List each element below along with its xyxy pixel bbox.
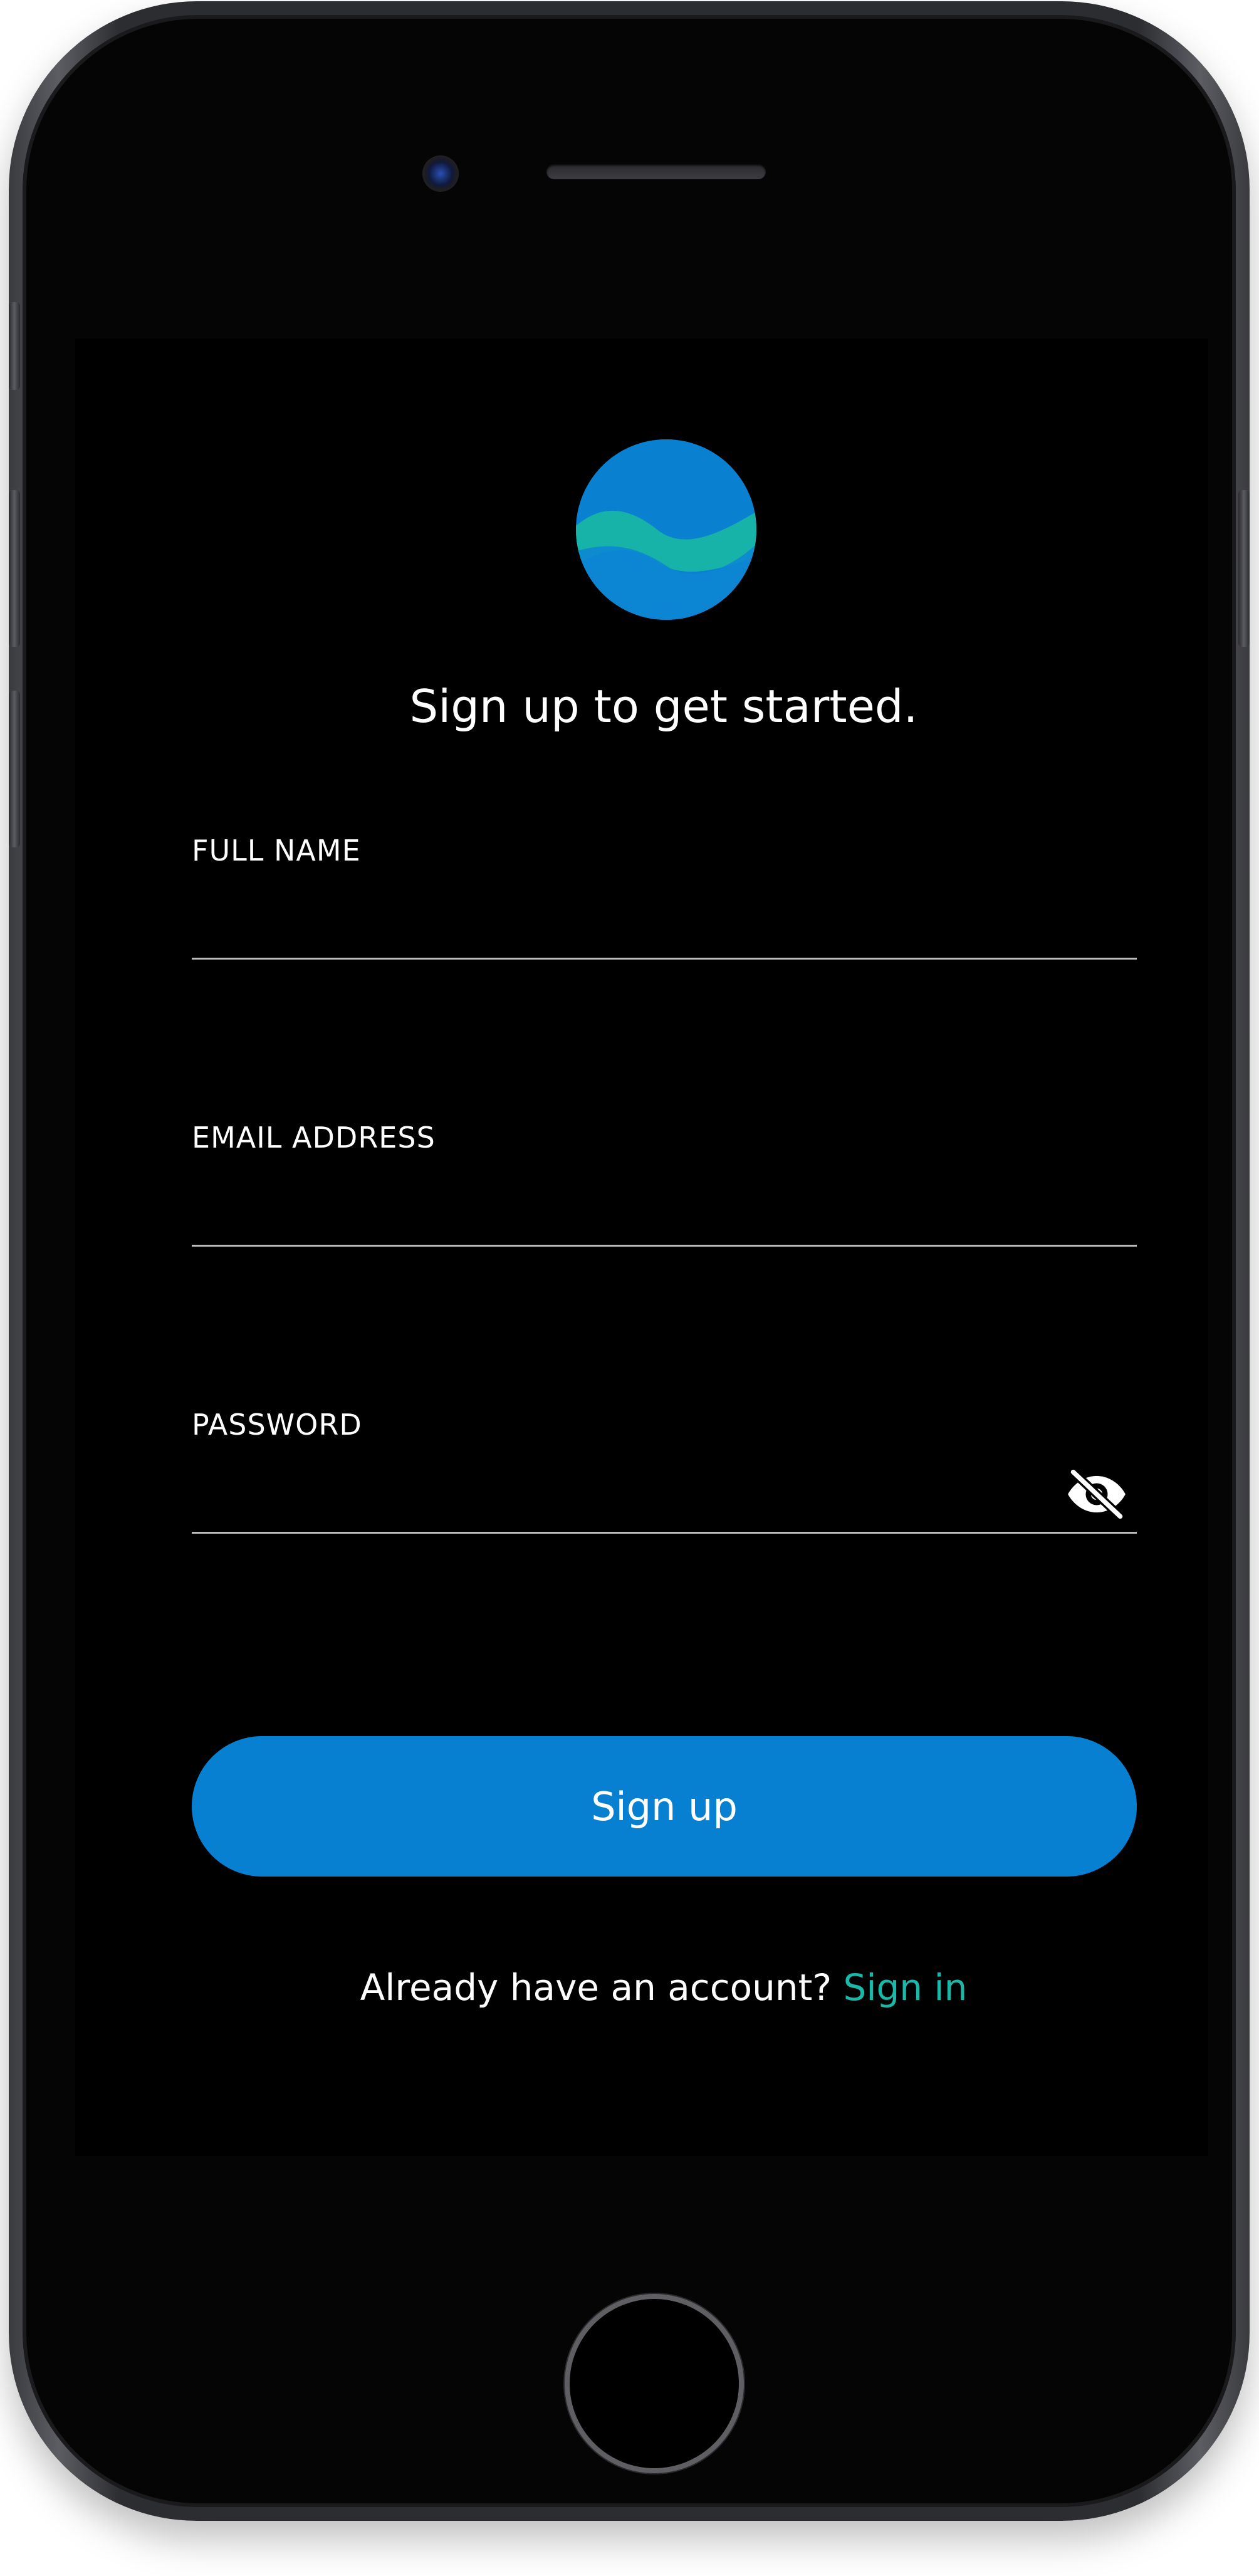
password-underline: [192, 1532, 1137, 1534]
silent-switch: [9, 302, 20, 390]
signup-screen: Sign up to get started. FULL NAME EMAIL …: [75, 338, 1208, 2156]
full-name-label: FULL NAME: [192, 834, 361, 867]
password-label: PASSWORD: [192, 1408, 362, 1442]
front-camera: [422, 155, 459, 192]
sign-up-button[interactable]: Sign up: [192, 1736, 1137, 1877]
home-button[interactable]: [570, 2299, 739, 2468]
sign-in-link[interactable]: Sign in: [844, 1966, 968, 2009]
phone-bezel: Sign up to get started. FULL NAME EMAIL …: [23, 15, 1236, 2507]
earpiece-speaker: [546, 164, 766, 179]
email-label: EMAIL ADDRESS: [192, 1121, 436, 1154]
volume-down-button: [9, 691, 20, 847]
sign-in-prompt: Already have an account? Sign in: [75, 1966, 1252, 2009]
page-title: Sign up to get started.: [409, 680, 918, 733]
volume-up-button: [9, 490, 20, 647]
password-input[interactable]: [192, 1459, 1063, 1522]
full-name-input[interactable]: [192, 885, 1063, 948]
email-input[interactable]: [192, 1172, 1063, 1235]
email-underline: [192, 1245, 1137, 1247]
wave-logo-icon: [576, 439, 756, 620]
full-name-field: FULL NAME: [192, 834, 1137, 965]
password-field: PASSWORD: [192, 1408, 1137, 1539]
phone-frame: Sign up to get started. FULL NAME EMAIL …: [9, 1, 1250, 2521]
power-button: [1238, 490, 1250, 647]
full-name-underline: [192, 958, 1137, 960]
eye-off-icon[interactable]: [1065, 1467, 1128, 1521]
sign-in-prompt-text: Already have an account?: [360, 1966, 844, 2009]
email-field: EMAIL ADDRESS: [192, 1121, 1137, 1252]
